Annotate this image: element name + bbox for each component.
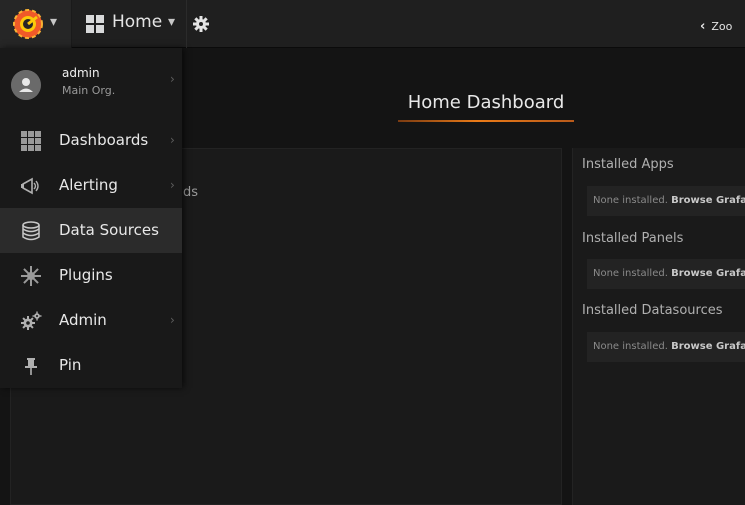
browse-grafana-link[interactable]: Browse Grafa [671, 268, 745, 279]
page-title[interactable]: Home Dashboard [398, 92, 574, 113]
installed-datasources-empty-text: None installed. Browse Grafa [593, 341, 745, 352]
installed-panels-heading: Installed Panels [582, 231, 684, 246]
sidemenu-item-dashboards[interactable]: Dashboards › [0, 118, 182, 163]
sidemenu-item-label: Admin [59, 311, 107, 329]
profile-org: Main Org. [62, 84, 116, 97]
chevron-right-icon: › [170, 178, 175, 192]
dashboard-picker-button[interactable]: Home ▾ [72, 0, 187, 48]
installed-apps-box: None installed. Browse Grafa [587, 186, 745, 216]
installed-apps-empty-text: None installed. Browse Grafa [593, 195, 745, 206]
grid-icon [21, 131, 41, 151]
installed-datasources-box: None installed. Browse Grafa [587, 332, 745, 362]
browse-grafana-link[interactable]: Browse Grafa [671, 341, 745, 352]
chevron-right-icon: › [170, 313, 175, 327]
installed-panels-empty-text: None installed. Browse Grafa [593, 268, 745, 279]
database-icon [22, 221, 40, 241]
profile-username: admin [62, 66, 100, 80]
sidemenu-item-label: Dashboards [59, 131, 149, 149]
sidemenu-item-label: Pin [59, 356, 82, 374]
browse-grafana-link[interactable]: Browse Grafa [671, 195, 745, 206]
dashboard-picker-label: Home [112, 12, 163, 32]
grid-icon [86, 15, 104, 33]
plugin-icon [21, 266, 41, 286]
title-underline [398, 120, 574, 122]
zoom-out-button[interactable]: ‹ Zoo [700, 15, 745, 35]
chevron-down-icon: ▾ [168, 14, 176, 30]
chevron-right-icon: › [170, 133, 175, 147]
user-profile-item[interactable]: admin Main Org. › [0, 48, 182, 118]
panel-partial-text: ds [183, 185, 199, 200]
installed-datasources-heading: Installed Datasources [582, 303, 723, 318]
sidemenu-item-plugins[interactable]: Plugins [0, 253, 182, 298]
top-navbar: ▾ Home ▾ ‹ Zoo [0, 0, 745, 48]
megaphone-icon [21, 177, 39, 195]
chevron-down-icon: ▾ [50, 14, 58, 30]
sidemenu-item-data-sources[interactable]: Data Sources [0, 208, 182, 253]
chevron-right-icon: › [170, 72, 175, 86]
grafana-menu-button[interactable]: ▾ [0, 0, 72, 48]
sidemenu-item-alerting[interactable]: Alerting › [0, 163, 182, 208]
installed-panels-box: None installed. Browse Grafa [587, 259, 745, 289]
installed-apps-heading: Installed Apps [582, 157, 674, 172]
pin-icon [25, 358, 37, 375]
gears-icon [21, 311, 42, 330]
zoom-out-label: Zoo [711, 20, 733, 33]
avatar [11, 70, 41, 100]
sidemenu-item-admin[interactable]: Admin › [0, 298, 182, 343]
chevron-left-icon: ‹ [700, 19, 706, 34]
sidemenu-item-label: Plugins [59, 266, 113, 284]
side-menu: admin Main Org. › Dashboards › Alerting … [0, 48, 182, 388]
plugins-panel: Installed Apps None installed. Browse Gr… [572, 148, 745, 505]
grafana-logo-icon [13, 9, 43, 39]
dashboard-settings-button[interactable] [190, 13, 212, 35]
gear-icon [193, 16, 209, 32]
sidemenu-item-label: Data Sources [59, 221, 159, 239]
sidemenu-item-pin[interactable]: Pin [0, 343, 182, 388]
sidemenu-item-label: Alerting [59, 176, 118, 194]
